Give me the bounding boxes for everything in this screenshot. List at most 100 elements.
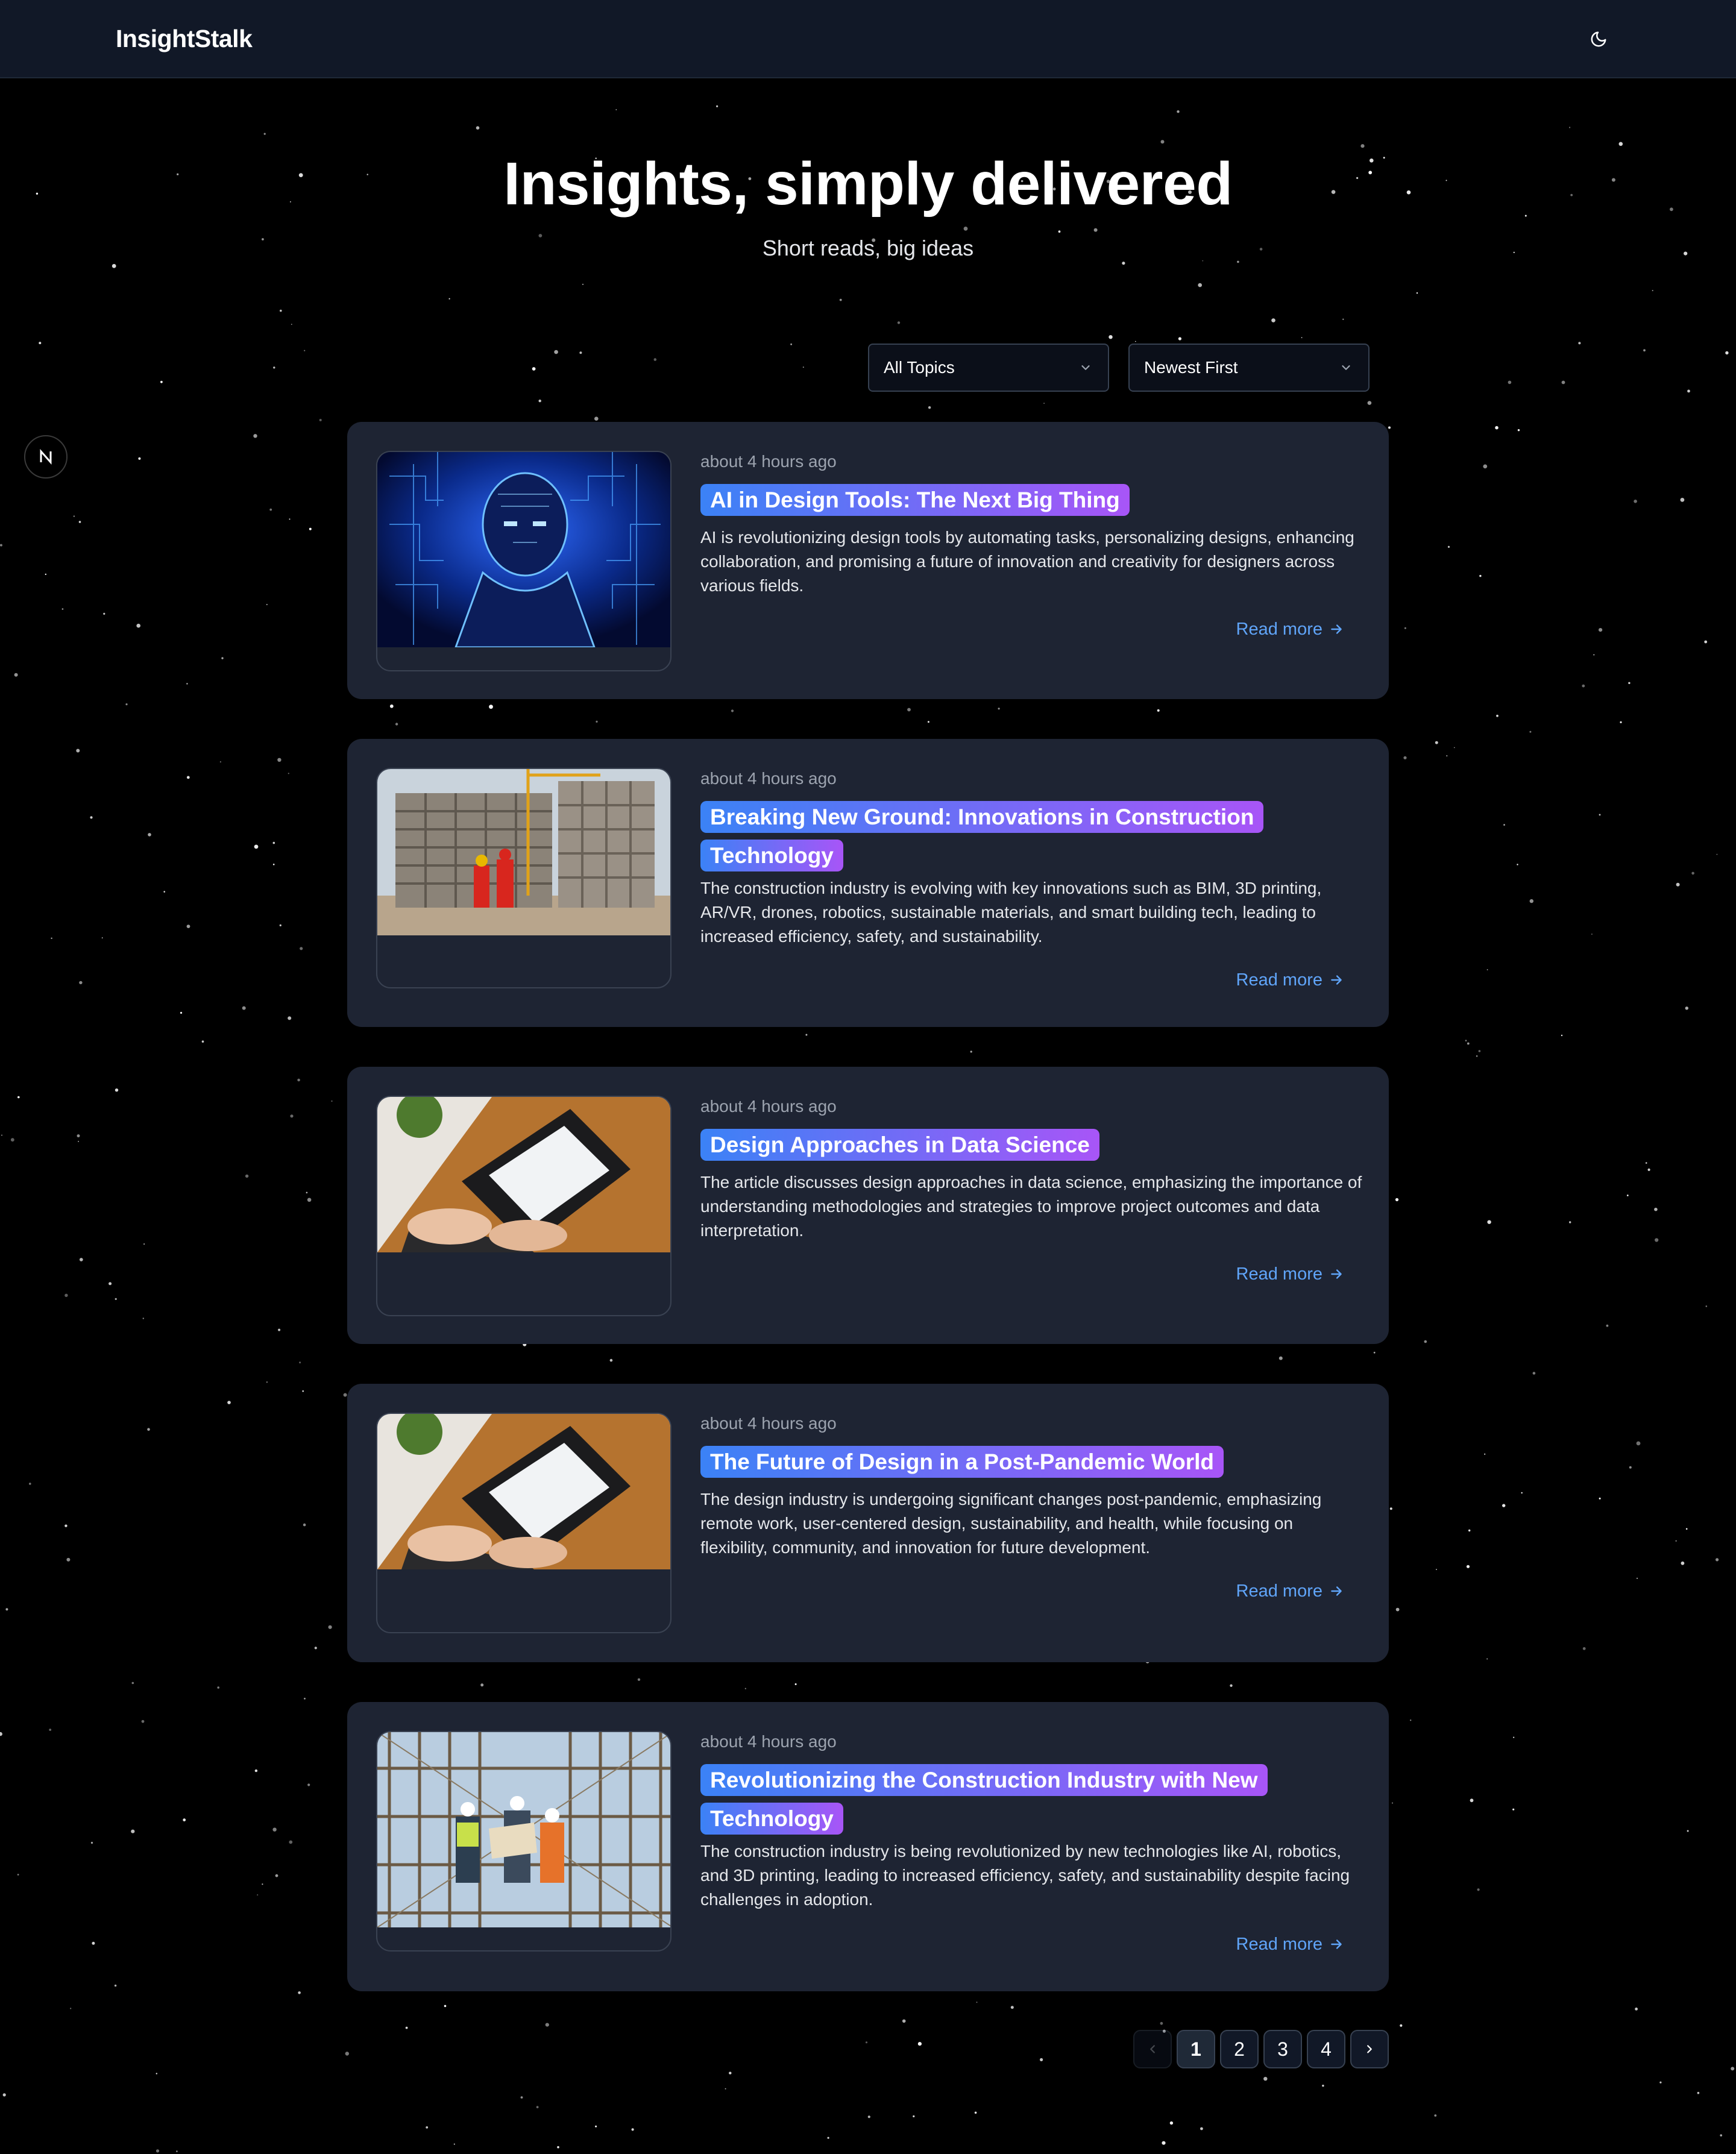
post-card[interactable]: about 4 hours ago Design Approaches in D… <box>347 1067 1389 1344</box>
star-dot <box>1486 969 1488 970</box>
read-more-label: Read more <box>1236 620 1322 639</box>
read-more-label: Read more <box>1236 1935 1322 1954</box>
star-dot <box>637 1678 641 1681</box>
ai-robot-head-image <box>377 452 670 647</box>
post-time: about 4 hours ago <box>700 1414 837 1433</box>
star-dot <box>1160 140 1165 144</box>
star-dot <box>1591 934 1593 935</box>
page-button-4[interactable]: 4 <box>1307 2030 1345 2068</box>
star-dot <box>331 1100 333 1102</box>
star-dot <box>1135 341 1136 342</box>
read-more-link[interactable]: Read more <box>1236 1263 1344 1285</box>
post-title[interactable]: The Future of Design in a Post-Pandemic … <box>700 1446 1224 1478</box>
star-dot <box>1652 290 1653 292</box>
star-dot <box>272 1827 277 1832</box>
post-thumbnail[interactable] <box>376 1096 671 1316</box>
star-dot <box>897 321 901 324</box>
read-more-link[interactable]: Read more <box>1236 969 1344 991</box>
star-dot <box>304 350 306 351</box>
chevron-down-icon <box>1342 365 1350 370</box>
star-dot <box>1691 871 1694 875</box>
star-dot <box>1517 864 1518 865</box>
star-dot <box>1177 110 1180 113</box>
star-dot <box>156 2149 160 2153</box>
post-card[interactable]: about 4 hours ago Revolutionizing the Co… <box>347 1702 1389 1991</box>
star-dot <box>1416 292 1418 294</box>
laptop-desk-image <box>377 1097 670 1252</box>
page-button-2[interactable]: 2 <box>1220 2030 1259 2068</box>
star-dot <box>273 366 275 369</box>
star-dot <box>183 1818 186 1822</box>
star-dot <box>1454 747 1455 749</box>
sort-order-select[interactable]: Newest First <box>1128 344 1370 392</box>
post-card[interactable]: about 4 hours ago AI in Design Tools: Th… <box>347 422 1389 699</box>
star-dot <box>1675 1540 1677 1542</box>
star-dot <box>520 2096 523 2099</box>
post-title[interactable]: AI in Design Tools: The Next Big Thing <box>700 484 1130 516</box>
star-dot <box>125 703 128 706</box>
star-dot <box>1162 2141 1166 2145</box>
star-dot <box>729 2071 732 2074</box>
star-dot <box>1655 1238 1659 1242</box>
star-dot <box>0 544 2 547</box>
star-dot <box>1271 318 1275 322</box>
read-more-label: Read more <box>1236 1264 1322 1284</box>
star-dot <box>1278 1356 1283 1360</box>
sort-order-value: Newest First <box>1144 358 1238 377</box>
post-thumbnail[interactable] <box>376 451 671 671</box>
star-dot <box>115 1298 117 1300</box>
star-dot <box>1178 337 1181 341</box>
post-title[interactable]: Revolutionizing the Construction Industr… <box>700 1764 1268 1835</box>
star-dot <box>1635 2008 1638 2011</box>
star-dot <box>1157 709 1160 712</box>
page-button-3[interactable]: 3 <box>1263 2030 1302 2068</box>
post-thumbnail[interactable] <box>376 1413 671 1633</box>
post-thumbnail[interactable] <box>376 1731 671 1951</box>
star-dot <box>76 749 80 753</box>
post-card[interactable]: about 4 hours ago Breaking New Ground: I… <box>347 739 1389 1027</box>
read-more-link[interactable]: Read more <box>1236 1580 1344 1602</box>
star-dot <box>1495 425 1499 430</box>
star-dot <box>1122 262 1125 265</box>
nextjs-badge[interactable] <box>24 435 68 479</box>
star-dot <box>288 1016 292 1020</box>
read-more-link[interactable]: Read more <box>1236 1933 1344 1955</box>
star-dot <box>596 720 598 723</box>
star-dot <box>303 1523 306 1527</box>
post-thumbnail[interactable] <box>376 768 671 988</box>
post-card[interactable]: about 4 hours ago The Future of Design i… <box>347 1384 1389 1662</box>
star-dot <box>1561 380 1565 385</box>
star-dot <box>136 623 140 628</box>
star-dot <box>453 2143 455 2145</box>
star-dot <box>1058 230 1061 233</box>
page-button-1[interactable]: 1 <box>1177 2030 1215 2068</box>
star-dot <box>66 1557 71 1562</box>
previous-page-button[interactable] <box>1133 2030 1172 2068</box>
star-dot <box>582 283 583 285</box>
read-more-link[interactable]: Read more <box>1236 618 1344 640</box>
star-dot <box>1628 682 1631 685</box>
nextjs-logo-icon <box>40 449 52 465</box>
star-dot <box>1404 627 1406 629</box>
theme-toggle-button[interactable] <box>1582 24 1615 54</box>
post-title[interactable]: Design Approaches in Data Science <box>700 1129 1099 1161</box>
brand-logo[interactable]: InsightStalk <box>116 23 253 54</box>
star-dot <box>219 761 221 763</box>
star-dot <box>245 1174 249 1178</box>
star-dot <box>275 1874 278 1877</box>
chevron-right-icon <box>1367 2045 1372 2053</box>
next-page-button[interactable] <box>1350 2030 1389 2068</box>
post-title[interactable]: Breaking New Ground: Innovations in Cons… <box>700 801 1264 871</box>
star-dot <box>1517 429 1520 432</box>
star-dot <box>290 1114 294 1118</box>
star-dot <box>1599 814 1601 816</box>
pagination: 1 2 3 4 <box>1133 2030 1389 2068</box>
star-dot <box>1687 1830 1689 1832</box>
star-dot <box>1532 1372 1536 1375</box>
star-dot <box>1322 2085 1324 2087</box>
star-dot <box>1465 1040 1467 1041</box>
star-dot <box>480 1683 484 1687</box>
star-dot <box>269 508 272 511</box>
topic-filter-select[interactable]: All Topics <box>868 344 1109 392</box>
star-dot <box>278 1328 281 1331</box>
